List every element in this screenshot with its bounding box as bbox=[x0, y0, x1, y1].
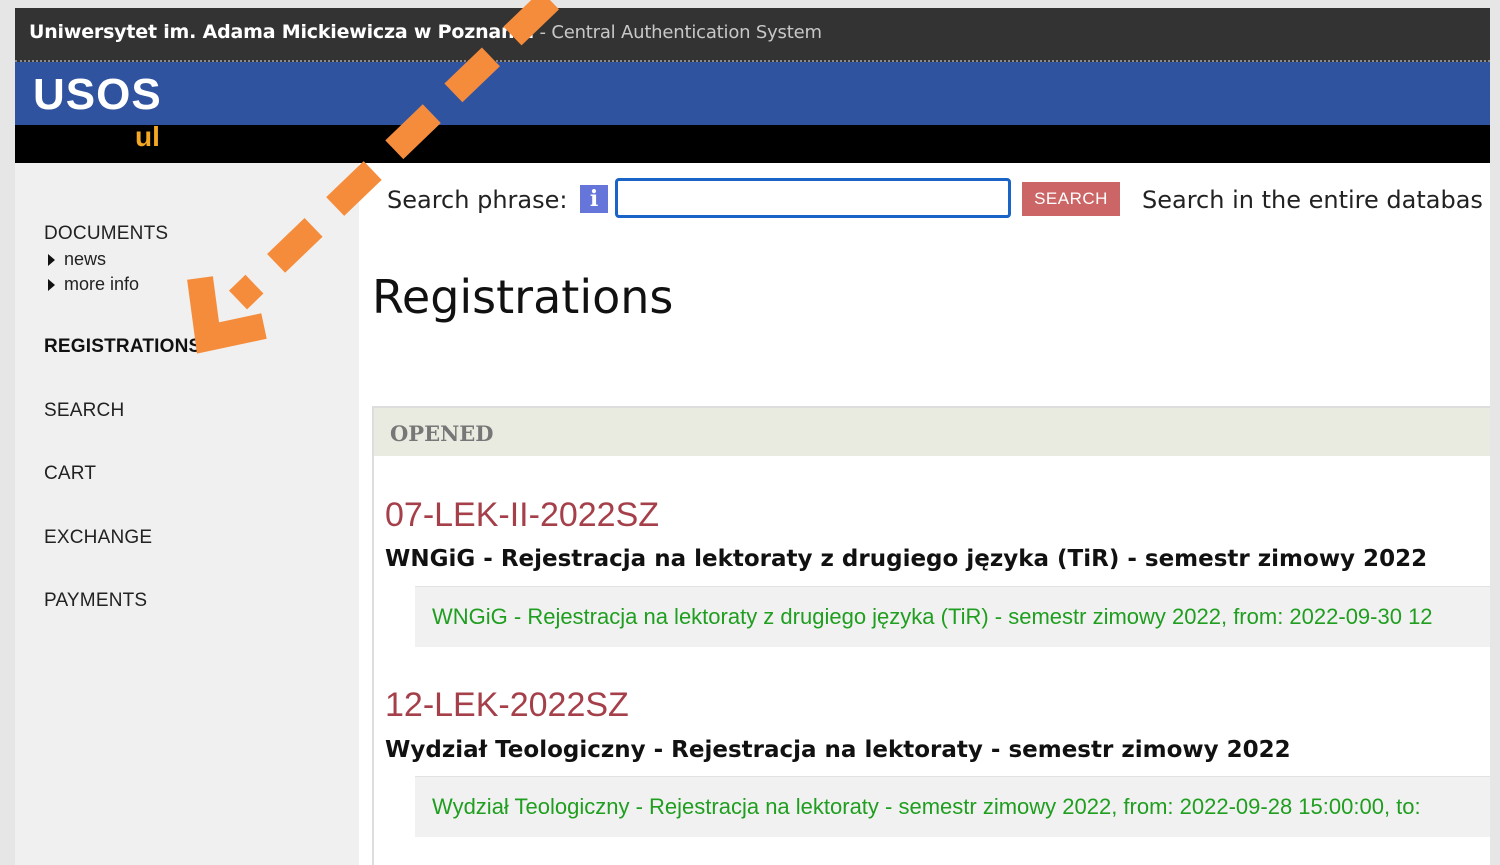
browser-page: Uniwersytet im. Adama Mickiewicza w Pozn… bbox=[15, 8, 1490, 865]
triangle-right-icon bbox=[48, 254, 55, 266]
more-info-label: more info bbox=[64, 274, 140, 294]
ul-logo: ul bbox=[135, 121, 160, 152]
sidebar-subitem-more-info[interactable]: more info bbox=[48, 274, 139, 295]
registration-round-link[interactable]: Wydział Teologiczny - Rejestracja na lek… bbox=[432, 794, 1421, 820]
search-input[interactable] bbox=[615, 178, 1011, 218]
search-phrase-label: Search phrase: bbox=[387, 186, 568, 214]
news-label: news bbox=[64, 249, 107, 269]
university-name: Uniwersytet im. Adama Mickiewicza w Pozn… bbox=[29, 21, 822, 43]
logo-bar bbox=[15, 62, 1490, 125]
registration-code-link[interactable]: 12-LEK-2022SZ bbox=[385, 686, 629, 725]
sidebar-item-search[interactable]: SEARCH bbox=[44, 400, 124, 422]
sidebar: DOCUMENTS news more info REGISTRATIONS S… bbox=[15, 163, 359, 865]
sidebar-item-exchange[interactable]: EXCHANGE bbox=[44, 527, 152, 549]
sidebar-item-cart[interactable]: CART bbox=[44, 463, 96, 485]
registration-code-link[interactable]: 07-LEK-II-2022SZ bbox=[385, 496, 659, 535]
registration-detail-box: WNGiG - Rejestracja na lektoraty z drugi… bbox=[415, 586, 1490, 647]
registration-name: Wydział Teologiczny - Rejestracja na lek… bbox=[385, 737, 1291, 763]
search-scope-label: Search in the entire databas bbox=[1142, 186, 1483, 214]
top-header-bar: Uniwersytet im. Adama Mickiewicza w Pozn… bbox=[15, 8, 1490, 62]
registration-name: WNGiG - Rejestracja na lektoraty z drugi… bbox=[385, 546, 1428, 572]
university-label: Uniwersytet im. Adama Mickiewicza w Pozn… bbox=[29, 21, 534, 43]
info-icon[interactable]: i bbox=[580, 185, 608, 213]
opened-section-header: OPENED bbox=[374, 408, 1490, 456]
sidebar-item-documents[interactable]: DOCUMENTS bbox=[44, 223, 168, 245]
usos-logo[interactable]: USOS bbox=[33, 70, 162, 120]
page-title: Registrations bbox=[372, 270, 674, 324]
sidebar-item-registrations[interactable]: REGISTRATIONS bbox=[44, 336, 201, 358]
opened-section-label: OPENED bbox=[390, 421, 494, 446]
registration-detail-box: Wydział Teologiczny - Rejestracja na lek… bbox=[415, 776, 1490, 837]
logo-black-bar bbox=[15, 125, 1490, 163]
sidebar-item-payments[interactable]: PAYMENTS bbox=[44, 590, 147, 612]
triangle-right-icon bbox=[48, 279, 55, 291]
sidebar-subitem-news[interactable]: news bbox=[48, 249, 106, 270]
search-button[interactable]: SEARCH bbox=[1022, 182, 1120, 216]
cas-label: - Central Authentication System bbox=[534, 22, 822, 43]
registration-round-link[interactable]: WNGiG - Rejestracja na lektoraty z drugi… bbox=[432, 604, 1433, 630]
